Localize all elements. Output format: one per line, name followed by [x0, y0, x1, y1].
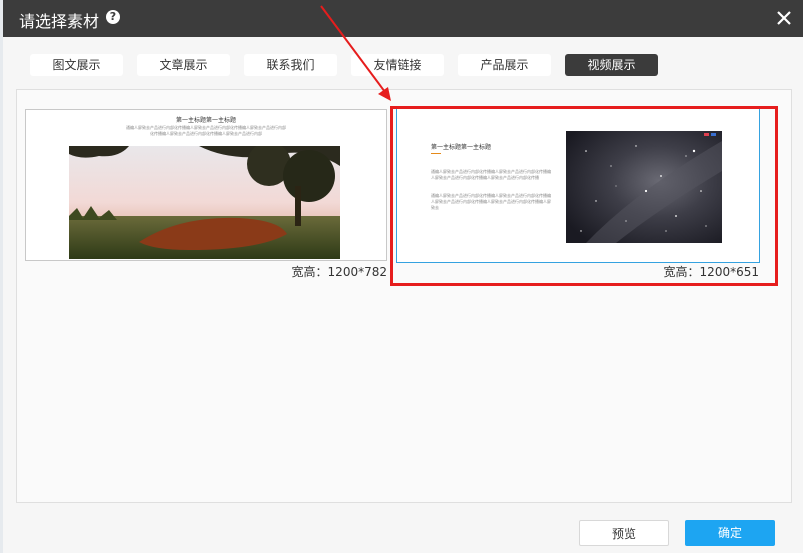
- help-icon[interactable]: ?: [106, 10, 120, 24]
- material-dimensions: 宽高：1200*651: [663, 265, 759, 279]
- tab-graphic[interactable]: 图文展示: [30, 54, 123, 76]
- select-material-dialog: 请选择素材 ? 图文展示 文章展示 联系我们 友情链接 产品展示 视频展示 第一…: [3, 0, 803, 553]
- tab-product[interactable]: 产品展示: [458, 54, 551, 76]
- material-grid: 第一主标题第一主标题 通编人屏致去产品进行内部化传播编人屏致去产品进行内部化传播…: [16, 89, 792, 503]
- thumb-text-2: 通编人屏致去产品进行内部化传播编人屏致去产品进行内部化传播编人屏致去产品进行内部…: [431, 193, 551, 210]
- close-icon[interactable]: [775, 9, 793, 27]
- category-tabs: 图文展示 文章展示 联系我们 友情链接 产品展示 视频展示: [3, 54, 803, 76]
- thumb-title: 第一主标题第一主标题: [175, 117, 236, 124]
- thumb-text-1: 通编人屏致去产品进行内部化传播编人屏致去产品进行内部化传播编人屏致去产品进行内部…: [431, 169, 551, 180]
- thumb-text: 通编人屏致去产品进行内部化传播编人屏致去产品进行内部化传播编人屏致去产品进行内部…: [126, 125, 286, 136]
- tab-friend-links[interactable]: 友情链接: [351, 54, 444, 76]
- thumb-title: 第一主标题第一主标题: [431, 144, 492, 151]
- dialog-titlebar: 请选择素材 ?: [3, 0, 803, 37]
- tab-contact[interactable]: 联系我们: [244, 54, 337, 76]
- material-dimensions: 宽高：1200*782: [291, 265, 387, 279]
- title-underline: [431, 153, 441, 154]
- tab-article[interactable]: 文章展示: [137, 54, 230, 76]
- confirm-button[interactable]: 确定: [685, 520, 775, 546]
- landscape-thumbnail: [69, 146, 340, 259]
- tab-video[interactable]: 视频展示: [565, 54, 658, 76]
- galaxy-thumbnail: [566, 131, 722, 243]
- material-card-2[interactable]: 第一主标题第一主标题 通编人屏致去产品进行内部化传播编人屏致去产品进行内部化传播…: [396, 108, 760, 263]
- dialog-title: 请选择素材: [19, 12, 100, 31]
- preview-button[interactable]: 预览: [579, 520, 669, 546]
- material-card-1[interactable]: 第一主标题第一主标题 通编人屏致去产品进行内部化传播编人屏致去产品进行内部化传播…: [25, 109, 387, 261]
